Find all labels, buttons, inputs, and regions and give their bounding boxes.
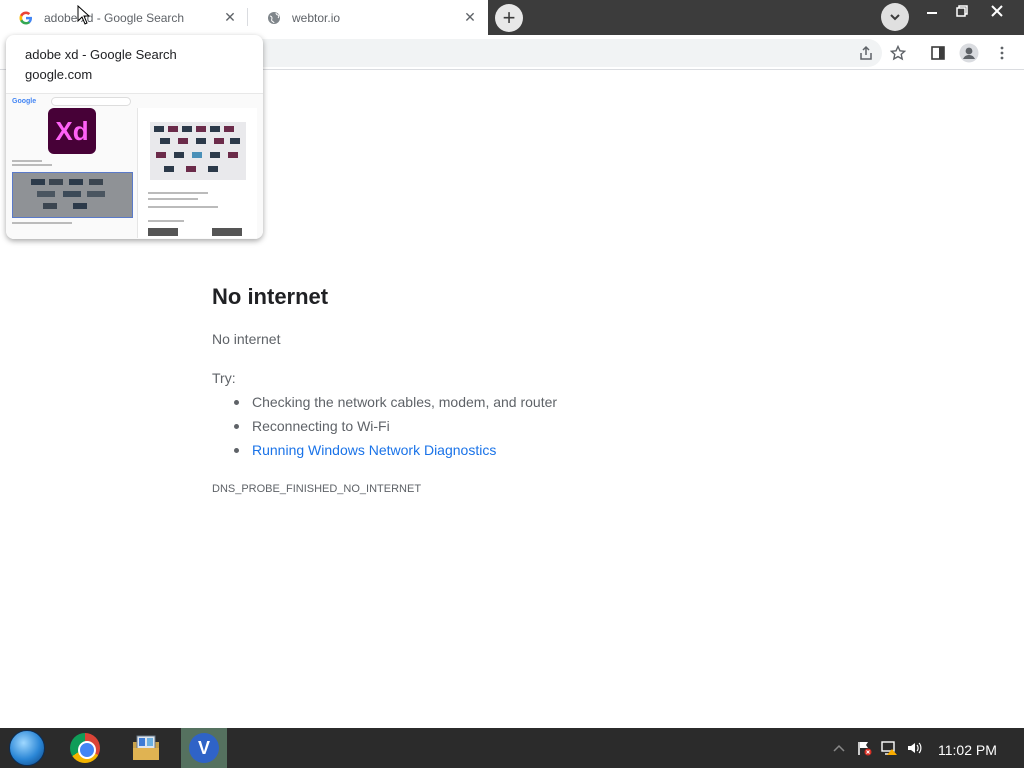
- error-code: DNS_PROBE_FINISHED_NO_INTERNET: [212, 483, 422, 495]
- new-tab-button[interactable]: +: [495, 4, 523, 32]
- tab-hover-card: adobe xd - Google Search google.com Goog…: [6, 35, 263, 239]
- preview-side-panel: [137, 108, 257, 238]
- bookmark-star-icon[interactable]: [886, 41, 910, 65]
- start-button[interactable]: [6, 728, 48, 768]
- suggestion-list: Checking the network cables, modem, and …: [212, 394, 557, 466]
- system-tray: [832, 728, 922, 768]
- tab-search-button[interactable]: [881, 3, 909, 31]
- close-window-button[interactable]: [980, 0, 1014, 22]
- mouse-cursor-icon: [77, 5, 91, 25]
- restore-icon: [956, 5, 968, 17]
- hover-card-title: adobe xd - Google Search: [25, 47, 177, 62]
- tab-webtor[interactable]: webtor.io ✕: [248, 0, 488, 35]
- minimize-button[interactable]: [915, 0, 949, 22]
- v-app-icon: V: [189, 733, 219, 763]
- taskbar: V: [0, 728, 1024, 768]
- tab-title: adobe xd - Google Search: [44, 10, 185, 25]
- chrome-icon: [70, 733, 100, 763]
- tab-google-search[interactable]: adobe xd - Google Search ✕: [0, 0, 248, 35]
- close-icon[interactable]: ✕: [462, 9, 478, 26]
- taskbar-chrome[interactable]: [64, 728, 106, 768]
- preview-thumbnail: [12, 172, 133, 218]
- address-bar[interactable]: [250, 39, 882, 67]
- close-icon: [991, 5, 1003, 17]
- preview-text-line: [148, 192, 208, 194]
- preview-text-line: [12, 164, 52, 166]
- preview-image-grid: [150, 122, 246, 180]
- globe-icon: [266, 10, 282, 26]
- try-label: Try:: [212, 370, 236, 386]
- hover-card-domain: google.com: [25, 67, 93, 82]
- plus-icon: +: [502, 5, 516, 30]
- action-center-flag-icon[interactable]: [856, 740, 872, 756]
- google-g-icon: [18, 10, 34, 26]
- chevron-down-icon: [890, 14, 900, 21]
- tab-strip: adobe xd - Google Search ✕ webtor.io ✕ +: [0, 0, 1024, 35]
- suggestion-item: Reconnecting to Wi-Fi: [212, 418, 557, 442]
- preview-search-box: [51, 97, 131, 106]
- preview-text-line: [12, 222, 72, 224]
- side-panel-icon[interactable]: [926, 41, 950, 65]
- network-disconnected-icon[interactable]: [880, 740, 898, 756]
- taskbar-v-app[interactable]: V: [181, 728, 227, 768]
- adobe-xd-logo: Xd: [48, 108, 96, 154]
- chevron-up-icon[interactable]: [832, 743, 846, 753]
- share-icon[interactable]: [854, 41, 878, 65]
- preview-text-line: [12, 160, 42, 162]
- network-diagnostics-link[interactable]: Running Windows Network Diagnostics: [212, 442, 557, 466]
- file-manager-icon: [133, 735, 159, 760]
- error-heading: No internet: [212, 284, 329, 309]
- profile-avatar-icon[interactable]: [957, 41, 981, 65]
- minimize-icon: [927, 12, 937, 14]
- volume-icon[interactable]: [906, 740, 922, 756]
- restore-button[interactable]: [945, 0, 979, 22]
- taskbar-file-manager[interactable]: [124, 728, 168, 768]
- preview-google-logo: Google: [12, 98, 37, 105]
- preview-text-line: [148, 206, 218, 208]
- tab-title: webtor.io: [292, 10, 341, 25]
- close-icon[interactable]: ✕: [222, 9, 238, 26]
- suggestion-item: Checking the network cables, modem, and …: [212, 394, 557, 418]
- more-menu-icon[interactable]: [990, 41, 1014, 65]
- error-subheading: No internet: [212, 331, 281, 347]
- preview-text-line: [148, 198, 198, 200]
- start-orb-icon: [9, 730, 45, 766]
- hover-card-preview: Google Xd: [6, 93, 263, 239]
- taskbar-clock[interactable]: 11:02 PM: [938, 742, 997, 758]
- preview-text-line: [148, 220, 184, 222]
